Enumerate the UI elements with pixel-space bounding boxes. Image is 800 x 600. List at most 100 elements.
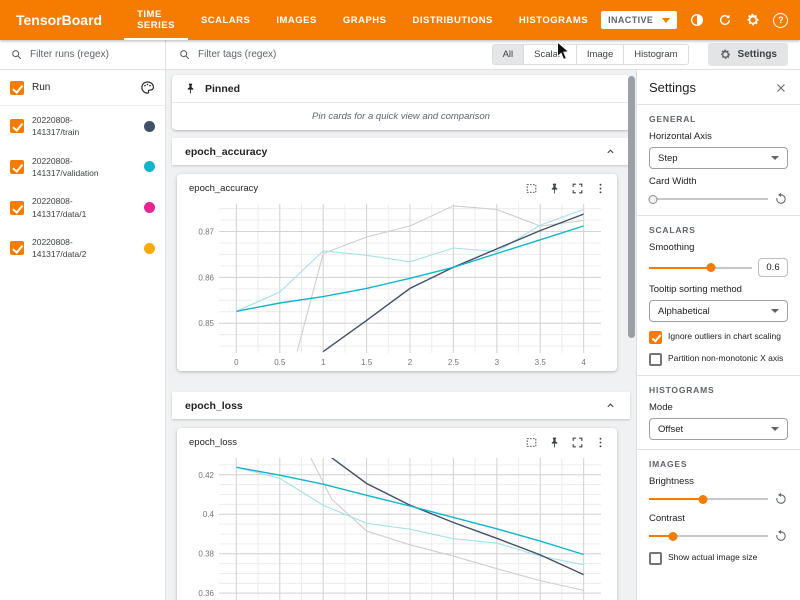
tab-time-series[interactable]: TIME SERIES xyxy=(124,0,188,40)
run-color-dot xyxy=(144,121,155,132)
tab-scalars[interactable]: SCALARS xyxy=(188,0,263,40)
reload-status-dropdown[interactable]: INACTIVE xyxy=(601,11,677,29)
section-epoch-accuracy: epoch_accuracy epoch_accuracy xyxy=(172,138,630,384)
general-heading: GENERAL xyxy=(649,114,788,124)
tab-graphs[interactable]: GRAPHS xyxy=(330,0,400,40)
svg-text:0: 0 xyxy=(234,358,239,367)
contrast-label: Contrast xyxy=(649,513,788,524)
svg-text:0.36: 0.36 xyxy=(198,589,214,598)
card-width-slider[interactable] xyxy=(649,192,768,206)
settings-title: Settings xyxy=(649,80,696,95)
svg-text:2: 2 xyxy=(408,358,413,367)
fullscreen-icon[interactable] xyxy=(571,436,584,449)
svg-text:0.87: 0.87 xyxy=(198,228,214,237)
epoch-loss-chart[interactable]: 00.511.522.533.540.360.380.40.42 xyxy=(185,453,609,600)
run-checkbox[interactable] xyxy=(10,160,24,174)
fit-to-data-icon[interactable] xyxy=(525,436,538,449)
histogram-mode-select[interactable]: Offset xyxy=(649,418,788,440)
content-area: Run 20220808-141317/train 20220808-14131… xyxy=(0,70,800,600)
section-header-epoch-accuracy[interactable]: epoch_accuracy xyxy=(172,138,630,165)
more-vert-icon[interactable] xyxy=(594,182,607,195)
contrast-slider[interactable] xyxy=(649,529,768,543)
svg-text:1.5: 1.5 xyxy=(361,358,373,367)
chip-image[interactable]: Image xyxy=(577,45,624,64)
reset-icon[interactable] xyxy=(774,192,788,206)
run-checkbox[interactable] xyxy=(10,241,24,255)
more-vert-icon[interactable] xyxy=(594,436,607,449)
settings-button-label: Settings xyxy=(738,49,777,60)
svg-text:0.85: 0.85 xyxy=(198,319,214,328)
tab-histograms[interactable]: HISTOGRAMS xyxy=(506,0,601,40)
tab-images[interactable]: IMAGES xyxy=(263,0,329,40)
section-title: epoch_accuracy xyxy=(185,146,267,158)
divider xyxy=(637,104,800,105)
smoothing-value-input[interactable] xyxy=(758,258,788,277)
partition-x-axis-checkbox[interactable] xyxy=(649,353,662,366)
filter-tags-input[interactable] xyxy=(198,49,485,60)
tooltip-sorting-label: Tooltip sorting method xyxy=(649,284,788,295)
chip-all[interactable]: All xyxy=(493,45,525,64)
run-row-data-1[interactable]: 20220808-141317/data/1 xyxy=(0,187,165,228)
smoothing-label: Smoothing xyxy=(649,242,788,253)
show-actual-size-label: Show actual image size xyxy=(668,552,757,564)
select-all-runs-checkbox[interactable] xyxy=(10,81,24,95)
svg-text:0.4: 0.4 xyxy=(203,510,215,519)
palette-icon[interactable] xyxy=(140,80,155,95)
tab-distributions[interactable]: DISTRIBUTIONS xyxy=(400,0,506,40)
search-icon xyxy=(178,48,191,61)
show-actual-size-row: Show actual image size xyxy=(649,552,788,565)
settings-header: Settings xyxy=(649,80,788,95)
fullscreen-icon[interactable] xyxy=(571,182,584,195)
reset-icon[interactable] xyxy=(774,529,788,543)
run-label: 20220808-141317/data/1 xyxy=(32,195,86,220)
chart-title: epoch_loss xyxy=(189,437,237,448)
theme-toggle-icon[interactable] xyxy=(689,12,705,28)
brightness-slider[interactable] xyxy=(649,492,768,506)
run-color-dot xyxy=(144,243,155,254)
run-row-validation[interactable]: 20220808-141317/validation xyxy=(0,147,165,188)
run-row-data-2[interactable]: 20220808-141317/data/2 xyxy=(0,228,165,269)
run-checkbox[interactable] xyxy=(10,119,24,133)
refresh-icon[interactable] xyxy=(717,12,733,28)
section-body: epoch_accuracy 00.511.522.533.540.850.86… xyxy=(172,165,630,384)
main-content: Pinned Pin cards for a quick view and co… xyxy=(166,70,636,600)
run-label: 20220808-141317/validation xyxy=(32,155,99,180)
pin-icon[interactable] xyxy=(548,436,561,449)
chevron-down-icon xyxy=(662,18,670,23)
help-icon[interactable]: ? xyxy=(773,13,788,28)
card-width-label: Card Width xyxy=(649,176,788,187)
pin-icon[interactable] xyxy=(548,182,561,195)
show-actual-size-checkbox[interactable] xyxy=(649,552,662,565)
epoch-accuracy-chart[interactable]: 00.511.522.533.540.850.860.87 xyxy=(185,199,609,369)
settings-button[interactable]: Settings xyxy=(708,43,788,66)
section-header-epoch-loss[interactable]: epoch_loss xyxy=(172,392,630,419)
filter-runs-input[interactable] xyxy=(30,49,155,60)
tags-filter-cell: All Scalars Image Histogram Settings xyxy=(166,40,800,69)
divider xyxy=(637,449,800,450)
reset-icon[interactable] xyxy=(774,492,788,506)
horizontal-axis-select[interactable]: Step xyxy=(649,147,788,169)
chevron-down-icon xyxy=(771,427,779,431)
ignore-outliers-checkbox[interactable] xyxy=(649,331,662,344)
app-title: TensorBoard xyxy=(16,0,102,40)
run-row-train[interactable]: 20220808-141317/train xyxy=(0,106,165,147)
chevron-down-icon xyxy=(771,309,779,313)
topbar-actions: INACTIVE ? xyxy=(601,0,800,40)
pinned-card: Pinned Pin cards for a quick view and co… xyxy=(172,75,630,130)
scrollbar[interactable] xyxy=(628,76,635,338)
smoothing-slider[interactable] xyxy=(649,261,752,275)
close-icon[interactable] xyxy=(774,81,788,95)
histogram-mode-value: Offset xyxy=(658,424,683,435)
chip-histogram[interactable]: Histogram xyxy=(624,45,687,64)
fit-to-data-icon[interactable] xyxy=(525,182,538,195)
chart-card-header: epoch_accuracy xyxy=(185,180,609,199)
chip-scalars[interactable]: Scalars xyxy=(524,45,577,64)
images-heading: IMAGES xyxy=(649,459,788,469)
run-checkbox[interactable] xyxy=(10,201,24,215)
pinned-title: Pinned xyxy=(205,83,240,95)
tooltip-sorting-select[interactable]: Alphabetical xyxy=(649,300,788,322)
run-color-dot xyxy=(144,202,155,213)
settings-gear-icon[interactable] xyxy=(745,12,761,28)
divider xyxy=(637,375,800,376)
horizontal-axis-value: Step xyxy=(658,153,678,164)
